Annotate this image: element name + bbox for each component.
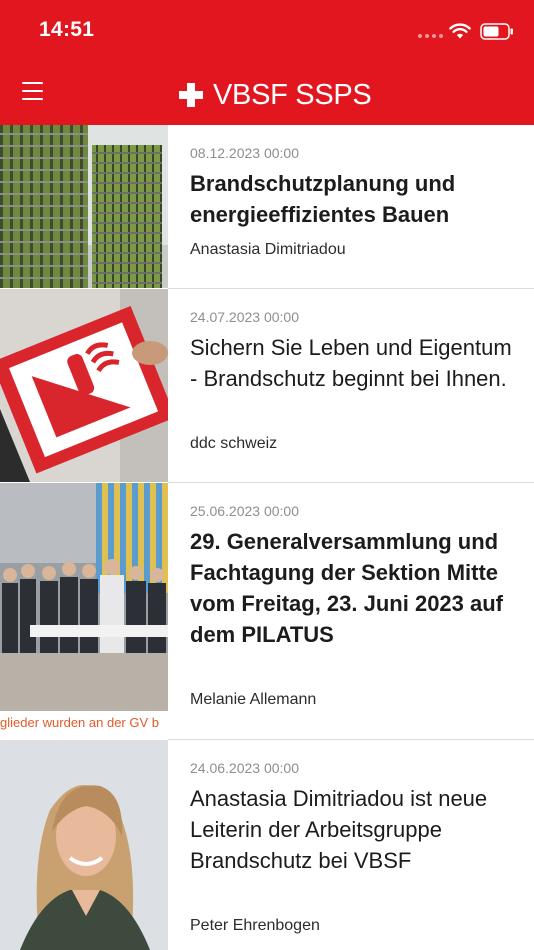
article-title: Sichern Sie Leben und Eigentum - Brandsc… <box>190 335 512 391</box>
article-author: Melanie Allemann <box>190 691 317 708</box>
article-thumbnail-portrait <box>0 740 168 950</box>
hamburger-menu-icon[interactable] <box>22 82 44 102</box>
article-item[interactable]: glieder wurden an der GV b 25.06.2023 00… <box>0 483 534 740</box>
article-date: 25.06.2023 00:00 <box>190 503 299 519</box>
article-item[interactable]: 24.07.2023 00:00 Sichern Sie Leben und E… <box>0 289 534 483</box>
cellular-signal-icon <box>418 34 443 38</box>
article-thumbnail-group-photo: glieder wurden an der GV b <box>0 483 168 739</box>
article-author: Peter Ehrenbogen <box>190 917 320 934</box>
article-item[interactable]: 08.12.2023 00:00 Brandschutzplanung und … <box>0 125 534 289</box>
wifi-icon <box>449 23 471 39</box>
article-thumbnail-green-building <box>0 125 168 288</box>
article-author: Anastasia Dimitriadou <box>190 241 346 258</box>
article-title: Anastasia Dimitriadou ist neue Leiterin … <box>190 786 488 873</box>
image-caption: glieder wurden an der GV b <box>0 715 159 730</box>
article-item[interactable]: 24.06.2023 00:00 Anastasia Dimitriadou i… <box>0 740 534 950</box>
battery-icon <box>480 23 513 40</box>
article-title: Brandschutzplanung und energieeffiziente… <box>190 171 456 227</box>
article-title: 29. Generalversammlung und Fachtagung de… <box>190 529 504 647</box>
swiss-cross-icon <box>179 83 203 107</box>
article-author: ddc schweiz <box>190 435 278 452</box>
brand-name: VBSF SSPS <box>213 78 372 111</box>
status-time: 14:51 <box>39 18 95 41</box>
article-thumbnail-fire-extinguisher-sign <box>0 289 168 482</box>
status-bar: 14:51 <box>0 0 534 62</box>
article-date: 24.07.2023 00:00 <box>190 309 299 325</box>
app-header: 14:51 VBSF SSPS <box>0 0 534 125</box>
article-date: 08.12.2023 00:00 <box>190 145 299 161</box>
article-date: 24.06.2023 00:00 <box>190 760 299 776</box>
brand-logo: VBSF SSPS <box>178 77 372 113</box>
